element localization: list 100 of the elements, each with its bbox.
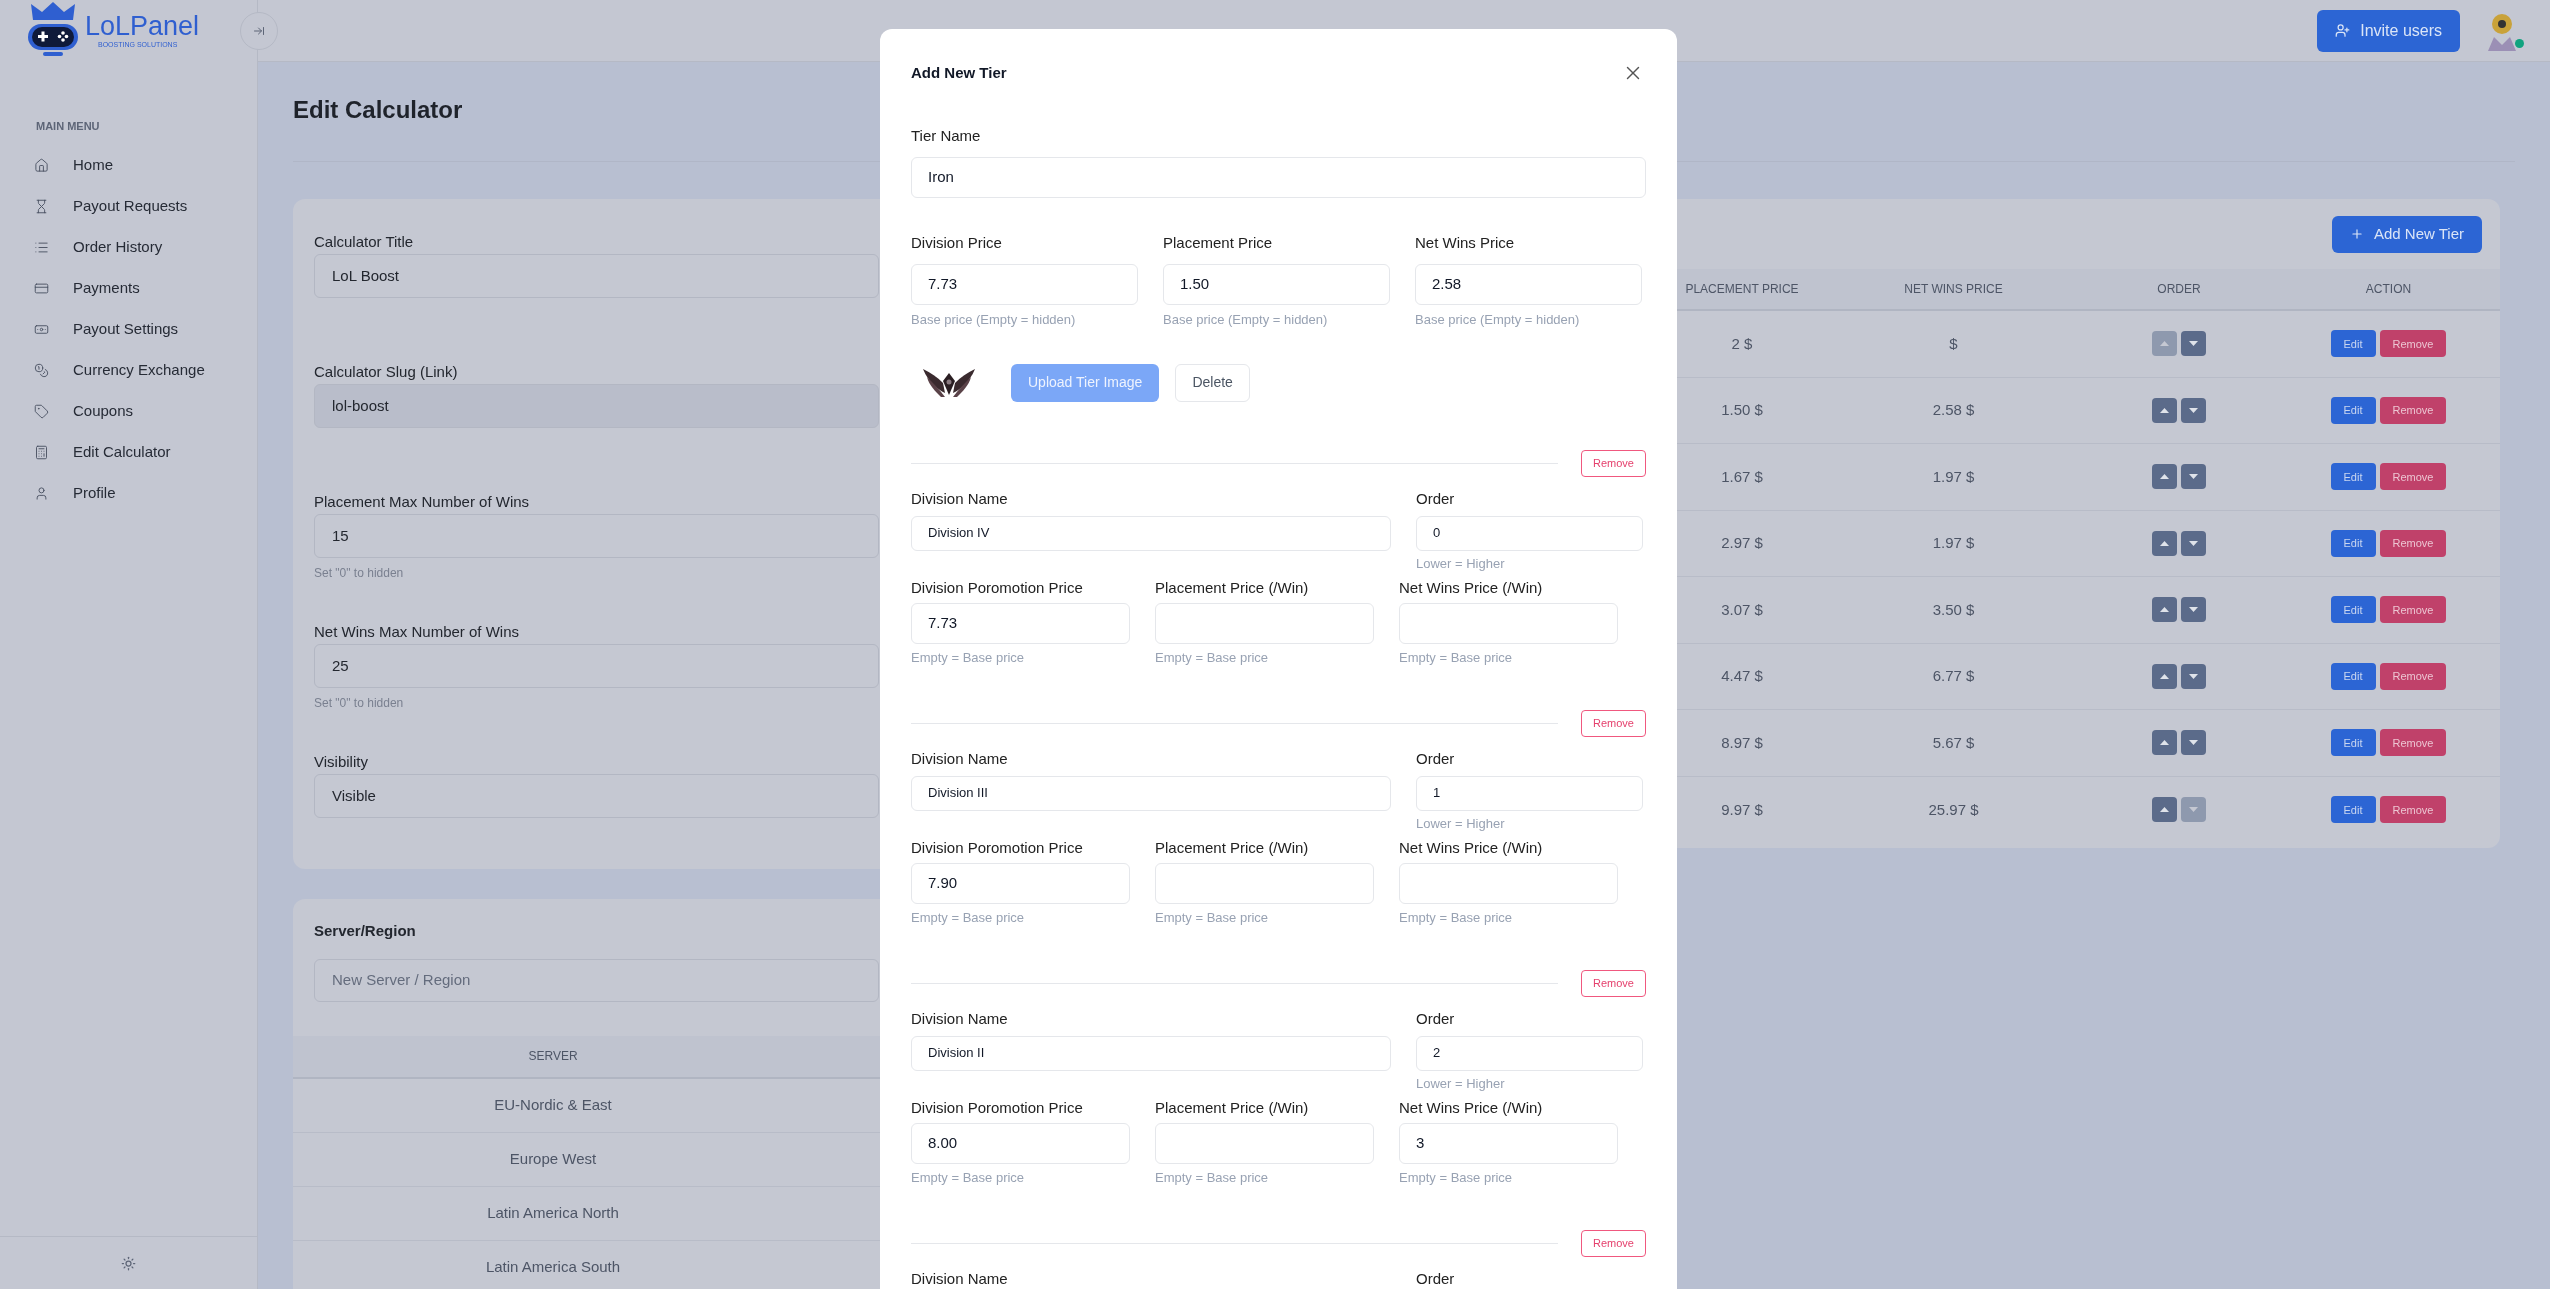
- move-up-button[interactable]: [2152, 597, 2177, 623]
- brand-name: LoLPanel: [85, 12, 200, 40]
- table-cell-text: 25.97 $: [1927, 799, 1980, 820]
- caret-up-icon: [2160, 807, 2169, 813]
- input-field[interactable]: 7.90: [911, 863, 1130, 904]
- delete-image-button[interactable]: Delete: [1175, 363, 1250, 402]
- edit-button[interactable]: Edit: [2330, 662, 2376, 690]
- input-field[interactable]: 1: [1416, 775, 1643, 811]
- menu-item-icon: [34, 239, 49, 255]
- menu-item[interactable]: Currency Exchange: [24, 349, 233, 391]
- table-cell-text: Latin America North: [486, 1202, 620, 1223]
- table-cell-text: 1.97 $: [1931, 533, 1976, 553]
- input-field[interactable]: 7.73: [911, 603, 1130, 644]
- edit-button[interactable]: Edit: [2330, 529, 2376, 557]
- input-field[interactable]: 1.50: [1163, 264, 1390, 305]
- table-cell-text: 1.97 $: [1931, 466, 1976, 487]
- dialog-title: Add New Tier: [911, 62, 1007, 83]
- remove-division-button[interactable]: Remove: [1581, 969, 1646, 997]
- input-field[interactable]: lol-boost: [314, 384, 879, 428]
- field-hint: Empty = Base price: [911, 649, 1026, 667]
- menu-item[interactable]: Order History: [24, 226, 233, 268]
- field-hint: Empty = Base price: [1399, 909, 1514, 927]
- move-up-button[interactable]: [2152, 797, 2177, 823]
- field-label: Division Poromotion Price: [911, 578, 1084, 598]
- move-up-button[interactable]: [2152, 530, 2177, 556]
- input-field[interactable]: 2.58: [1415, 264, 1642, 305]
- move-down-button[interactable]: [2181, 530, 2206, 556]
- caret-up-icon: [2160, 540, 2169, 546]
- menu-item[interactable]: Coupons: [24, 390, 233, 432]
- field-label: Net Wins Max Number of Wins: [314, 622, 521, 641]
- table-cell-text: 5.67 $: [1931, 732, 1976, 753]
- input-field[interactable]: 0: [1416, 515, 1643, 551]
- input-field[interactable]: Division III: [911, 775, 1391, 811]
- move-up-button[interactable]: [2152, 730, 2177, 756]
- table-cell-text: 2 $: [1730, 333, 1754, 354]
- theme-toggle-icon[interactable]: [121, 1255, 136, 1271]
- move-down-button[interactable]: [2181, 397, 2206, 423]
- caret-down-icon: [2189, 673, 2198, 679]
- move-up-button[interactable]: [2152, 397, 2177, 423]
- move-up-button[interactable]: [2152, 663, 2177, 689]
- remove-division-button[interactable]: Remove: [1581, 449, 1646, 477]
- caret-down-icon: [2189, 740, 2198, 746]
- move-down-button[interactable]: [2181, 663, 2206, 689]
- edit-button[interactable]: Edit: [2330, 330, 2376, 358]
- menu-item[interactable]: Payout Settings: [24, 308, 233, 350]
- remove-division-button[interactable]: Remove: [1581, 1229, 1646, 1257]
- input-field[interactable]: [1155, 863, 1374, 904]
- invite-users-button[interactable]: Invite users: [2317, 9, 2460, 52]
- add-new-tier-button[interactable]: Add New Tier: [2331, 215, 2482, 253]
- input-field[interactable]: 15: [314, 514, 879, 558]
- menu-item[interactable]: Payments: [24, 267, 233, 309]
- edit-button[interactable]: Edit: [2330, 796, 2376, 824]
- input-field[interactable]: 25: [314, 644, 879, 688]
- input-field[interactable]: Visible: [314, 774, 879, 818]
- plus-icon: [2349, 227, 2364, 241]
- field-label: Calculator Title: [314, 232, 415, 251]
- caret-down-icon: [2189, 540, 2198, 546]
- field-label: Net Wins Price (/Win): [1399, 1098, 1544, 1118]
- field-hint: Empty = Base price: [1399, 1169, 1514, 1187]
- field-label: Division Name: [911, 488, 1009, 509]
- input-field[interactable]: Division IV: [911, 515, 1391, 551]
- table-cell-text: 2.58 $: [1931, 400, 1976, 420]
- field-label: Order: [1416, 748, 1456, 769]
- menu-item-icon: [34, 198, 49, 214]
- move-down-button[interactable]: [2181, 464, 2206, 490]
- input-field[interactable]: Division II: [911, 1035, 1391, 1071]
- field-hint: Empty = Base price: [1399, 649, 1514, 667]
- input-field[interactable]: 3: [1399, 1123, 1618, 1164]
- input-field[interactable]: 8.00: [911, 1123, 1130, 1164]
- caret-up-icon: [2160, 673, 2169, 679]
- menu-item[interactable]: Edit Calculator: [24, 431, 233, 473]
- menu-item[interactable]: Home: [24, 144, 233, 186]
- move-down-button[interactable]: [2181, 331, 2206, 357]
- edit-button[interactable]: Edit: [2330, 396, 2376, 424]
- input-field[interactable]: [1155, 1123, 1374, 1164]
- input-field[interactable]: 2: [1416, 1035, 1643, 1071]
- edit-button[interactable]: Edit: [2330, 596, 2376, 624]
- input-field[interactable]: [1399, 863, 1618, 904]
- field-hint: Base price (Empty = hidden): [911, 311, 1077, 329]
- input-field[interactable]: 7.73: [911, 264, 1138, 305]
- field-hint: Lower = Higher: [1416, 814, 1506, 833]
- remove-division-button[interactable]: Remove: [1581, 709, 1646, 737]
- input-field[interactable]: Iron: [911, 157, 1646, 198]
- menu-item[interactable]: Profile: [24, 472, 233, 514]
- field-hint: Base price (Empty = hidden): [1163, 311, 1329, 329]
- edit-button[interactable]: Edit: [2330, 729, 2376, 757]
- field-label: Division Poromotion Price: [911, 1098, 1084, 1118]
- menu-item-icon: [34, 444, 49, 460]
- table-cell-text: 6.77 $: [1931, 666, 1976, 686]
- menu-item[interactable]: Payout Requests: [24, 185, 233, 227]
- field-hint: Set "0" to hidden: [314, 695, 405, 712]
- input-field[interactable]: LoL Boost: [314, 254, 879, 298]
- move-down-button[interactable]: [2181, 730, 2206, 756]
- field-label: Order: [1416, 488, 1456, 509]
- move-down-button[interactable]: [2181, 597, 2206, 623]
- input-field[interactable]: [1155, 603, 1374, 644]
- input-field[interactable]: [1399, 603, 1618, 644]
- edit-button[interactable]: Edit: [2330, 463, 2376, 491]
- field-hint: Empty = Base price: [1155, 909, 1270, 927]
- move-up-button[interactable]: [2152, 464, 2177, 490]
